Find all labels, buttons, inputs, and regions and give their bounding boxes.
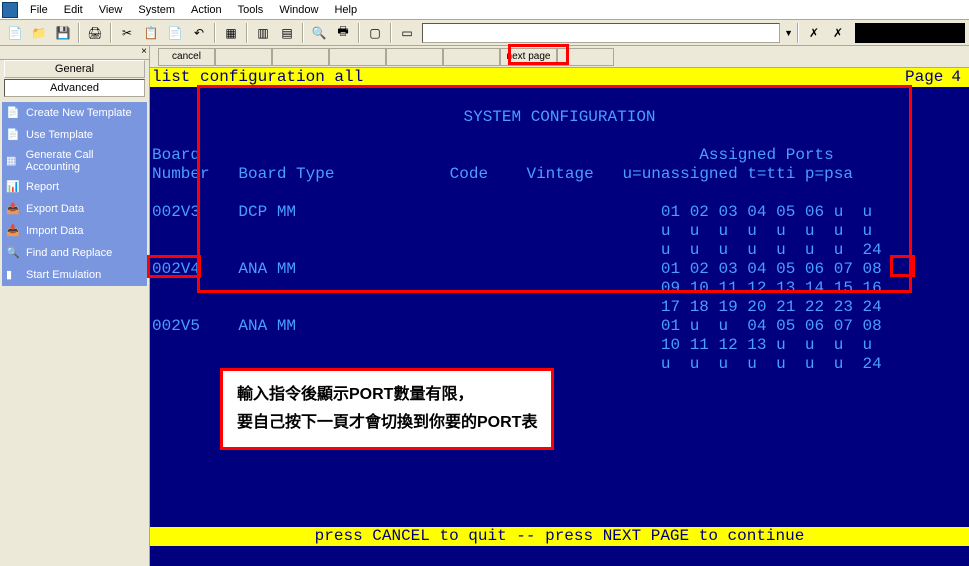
sidebar-item-create-template[interactable]: 📄 Create New Template [2,102,147,124]
app-icon [2,2,18,18]
menubar: File Edit View System Action Tools Windo… [0,0,969,20]
content-pane: cancel next page list configuration all … [150,46,969,566]
sidebar-item-label: Create New Template [26,107,132,119]
tool-delete2-icon[interactable]: ✗ [827,22,849,44]
sidebar-item-use-template[interactable]: 📄 Use Template [2,124,147,146]
tool-find-icon[interactable]: 🔍 [308,22,330,44]
sidebar-tab-advanced[interactable]: Advanced [4,79,145,97]
sidebar-item-import[interactable]: 📥 Import Data [2,220,147,242]
sidebar-item-label: Use Template [26,129,93,141]
export-icon: 📤 [6,202,20,216]
address-combo[interactable] [422,23,780,43]
tool-print2-icon[interactable]: 🖶 [332,22,354,44]
menu-action[interactable]: Action [183,2,230,18]
sidebar-close-icon[interactable]: × [0,46,149,60]
sidebar-tab-general[interactable]: General [4,60,145,78]
separator [214,23,216,43]
tool-props-icon[interactable]: ▦ [220,22,242,44]
file-icon: 📄 [6,106,20,120]
grid-icon: ▦ [6,154,20,168]
terminal-body: SYSTEM CONFIGURATION Board Assigned Port… [150,87,969,376]
board-row-002v5-b: 10 11 12 13 u u u u [152,336,967,355]
table-header-1: Board Assigned Ports [152,146,967,165]
blank-button-5[interactable] [443,48,500,66]
board-row-002v4: 002V4 ANA MM 01 02 03 04 05 06 07 08 [152,260,967,279]
blank-button-2[interactable] [272,48,329,66]
tool-form-icon[interactable]: ▤ [276,22,298,44]
separator [78,23,80,43]
sidebar-item-report[interactable]: 📊 Report [2,176,147,198]
terminal-title: SYSTEM CONFIGURATION [152,108,967,127]
sidebar-item-label: Report [26,181,59,193]
sidebar-item-label: Export Data [26,203,84,215]
blank-button-6[interactable] [557,48,614,66]
status-black [855,23,965,43]
menu-system[interactable]: System [130,2,183,18]
board-row-002v4-b: 09 10 11 12 13 14 15 16 [152,279,967,298]
terminal-button-row: cancel next page [150,46,969,68]
search-icon: 🔍 [6,246,20,260]
annotation-line-2: 要自己按下一頁才會切換到你要的PORT表 [237,409,537,437]
sidebar-item-find-replace[interactable]: 🔍 Find and Replace [2,242,147,264]
board-row-002v3-b: u u u u u u u u [152,222,967,241]
blank-button-1[interactable] [215,48,272,66]
sidebar-item-label: Find and Replace [26,247,112,259]
separator [390,23,392,43]
sidebar-item-label: Import Data [26,225,83,237]
terminal-footer: press CANCEL to quit -- press NEXT PAGE … [150,527,969,546]
report-icon: 📊 [6,180,20,194]
page-number: 4 [951,68,969,87]
board-row-002v3-c: u u u u u u u 24 [152,241,967,260]
sidebar-item-label: Generate Call Accounting [26,149,147,173]
tool-paste-icon[interactable]: 📄 [164,22,186,44]
command-line: list configuration all Page 4 [150,68,969,87]
sidebar-item-export[interactable]: 📤 Export Data [2,198,147,220]
sidebar-item-start-emulation[interactable]: ▮ Start Emulation [2,264,147,286]
tool-grid-icon[interactable]: ▥ [252,22,274,44]
menu-view[interactable]: View [91,2,131,18]
import-icon: 📥 [6,224,20,238]
tool-delete-icon[interactable]: ✗ [803,22,825,44]
tool-print-icon[interactable]: 🖨 [84,22,106,44]
tool-doc-icon[interactable]: ▭ [396,22,418,44]
tool-new-icon[interactable]: 📄 [4,22,26,44]
sidebar-item-label: Start Emulation [26,269,101,281]
annotation-line-1: 輸入指令後顯示PORT數量有限， [237,381,537,409]
menu-tools[interactable]: Tools [230,2,272,18]
menu-file[interactable]: File [22,2,56,18]
sidebar: × General Advanced 📄Create New Template … [0,46,150,566]
dropdown-icon[interactable]: ▼ [784,28,793,38]
tool-open-icon[interactable]: 📁 [28,22,50,44]
tool-sheet-icon[interactable]: ▢ [364,22,386,44]
toolbar: 📄 📁 💾 🖨 ✂ 📋 📄 ↶ ▦ ▥ ▤ 🔍 🖶 ▢ ▭ ▼ ✗ ✗ [0,20,969,46]
separator [797,23,799,43]
annotation-box: 輸入指令後顯示PORT數量有限， 要自己按下一頁才會切換到你要的PORT表 [220,368,554,450]
board-row-002v4-c: 17 18 19 20 21 22 23 24 [152,298,967,317]
menu-window[interactable]: Window [271,2,326,18]
board-row-002v3: 002V3 DCP MM 01 02 03 04 05 06 u u [152,203,967,222]
tool-undo-icon[interactable]: ↶ [188,22,210,44]
tool-copy-icon[interactable]: 📋 [140,22,162,44]
separator [302,23,304,43]
menu-help[interactable]: Help [326,2,365,18]
menu-edit[interactable]: Edit [56,2,91,18]
blank-button-4[interactable] [386,48,443,66]
separator [358,23,360,43]
blank-button-3[interactable] [329,48,386,66]
main-area: × General Advanced 📄Create New Template … [0,46,969,566]
board-row-002v5: 002V5 ANA MM 01 u u 04 05 06 07 08 [152,317,967,336]
terminal: list configuration all Page 4 SYSTEM CON… [150,68,969,566]
sidebar-item-generate-call[interactable]: ▦ Generate Call Accounting [2,146,147,176]
cancel-button[interactable]: cancel [158,48,215,66]
next-page-button[interactable]: next page [500,48,557,66]
tool-save-icon[interactable]: 💾 [52,22,74,44]
terminal-icon: ▮ [6,268,20,282]
separator [246,23,248,43]
command-text: list configuration all [152,68,363,87]
table-header-2: Number Board Type Code Vintage u=unassig… [152,165,967,184]
separator [110,23,112,43]
tool-cut-icon[interactable]: ✂ [116,22,138,44]
file-icon: 📄 [6,128,20,142]
page-label: Page [905,68,951,87]
